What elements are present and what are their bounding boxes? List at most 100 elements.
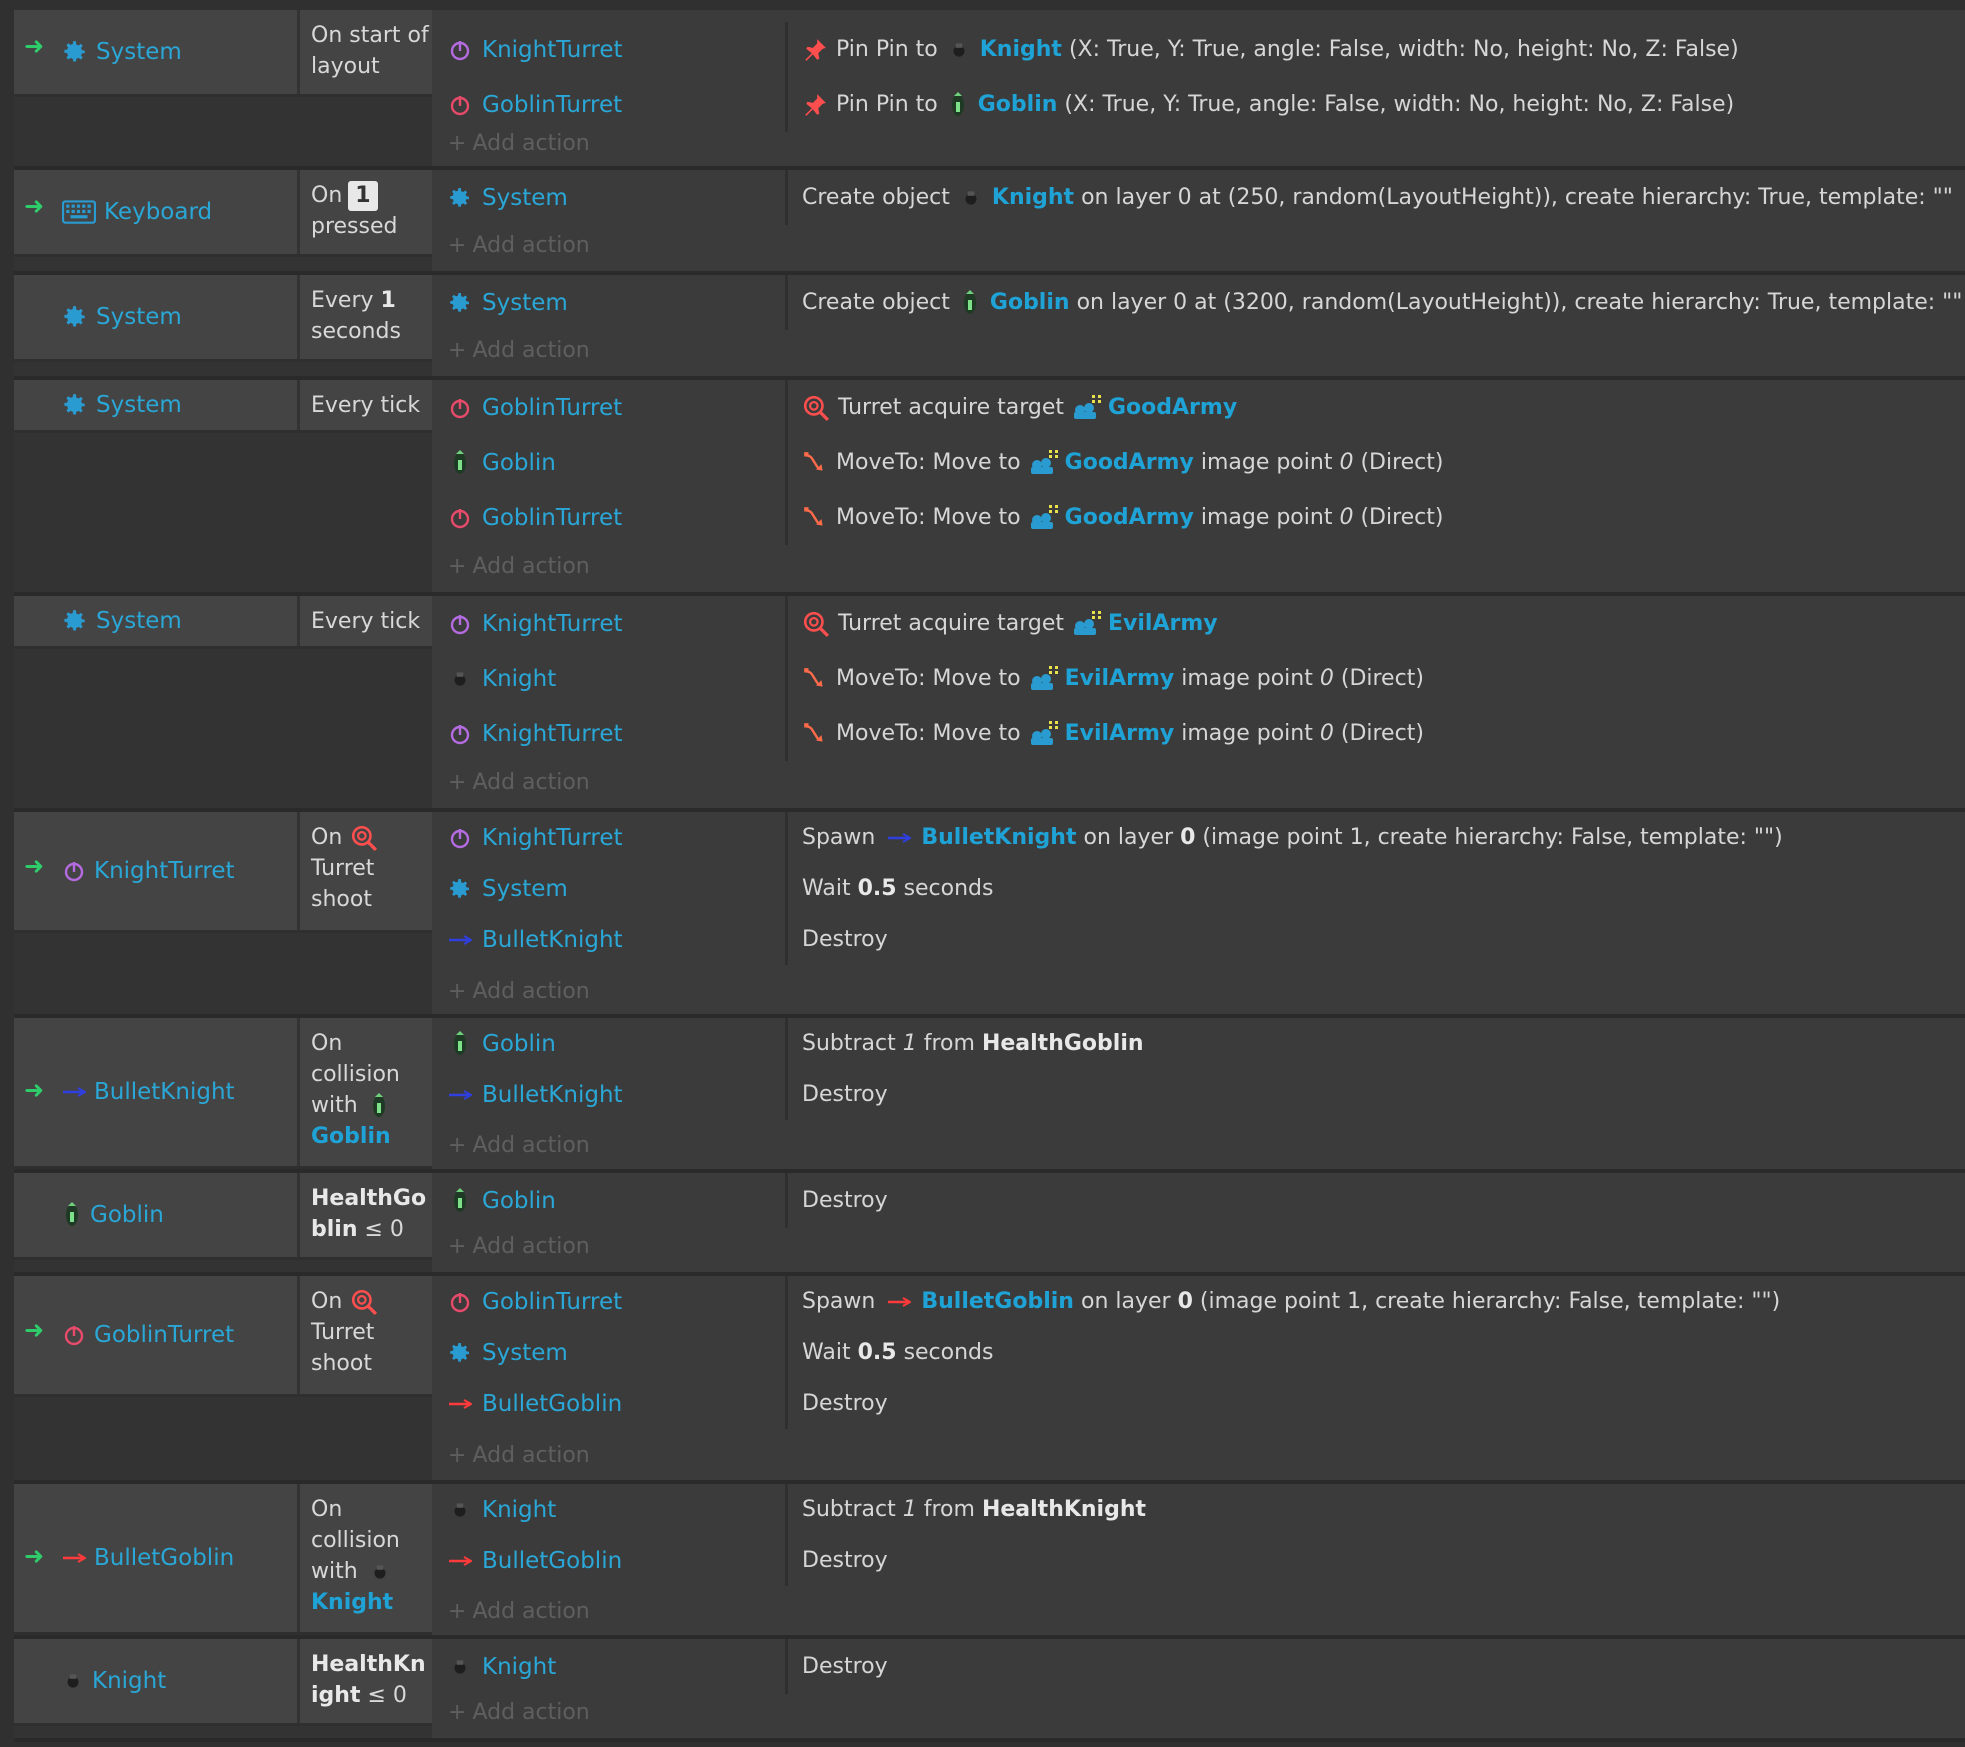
condition-object-system[interactable]: System [62,596,300,646]
condition-block[interactable]: System Every 1 seconds [14,275,432,362]
condition-block[interactable]: Knight HealthKnight ≤ 0 [14,1639,432,1726]
event-every-tick-goblin[interactable]: System Every tick GoblinTurret Turret ac… [14,380,1965,596]
action-object[interactable]: System [448,1327,788,1378]
condition-block[interactable]: ➜ KnightTurret On Turret shoot [14,812,432,933]
condition-object-knight[interactable]: Knight [62,1639,300,1723]
action-row[interactable]: System Wait 0.5 seconds [448,1327,1965,1378]
action-row[interactable]: System Wait 0.5 seconds [448,863,1965,914]
event-bulletgoblin-collision[interactable]: ➜ BulletGoblin On collision with Knight … [14,1484,1965,1639]
condition-block[interactable]: ➜ GoblinTurret On Turret shoot [14,1276,432,1397]
action-row[interactable]: System Create object Knight on layer 0 a… [448,170,1965,225]
action-object[interactable]: System [448,863,788,914]
action-row[interactable]: KnightTurret MoveTo: Move to EvilArmy im… [448,706,1965,761]
condition-text: On start of layout [311,23,429,79]
target-icon [802,610,830,638]
add-action-button[interactable]: + Add action [448,338,590,363]
condition-object-goblinturret[interactable]: GoblinTurret [62,1276,300,1394]
action-object[interactable]: Knight [448,1639,788,1694]
gear-icon [448,185,472,211]
action-row[interactable]: BulletKnight Destroy [448,914,1965,965]
action-row[interactable]: KnightTurret Turret acquire target EvilA… [448,596,1965,651]
condition-block[interactable]: ➜ BulletKnight On collision with Goblin [14,1018,432,1169]
plus-icon: + [448,1443,467,1468]
event-knight-health[interactable]: Knight HealthKnight ≤ 0 Knight Destroy +… [14,1639,1965,1742]
condition-object-system[interactable]: System [62,380,300,430]
event-bulletknight-collision[interactable]: ➜ BulletKnight On collision with Goblin … [14,1018,1965,1173]
action-object[interactable]: Knight [448,651,788,706]
add-action-button[interactable]: + Add action [448,554,590,579]
event-goblin-health[interactable]: Goblin HealthGoblin ≤ 0 Goblin Destroy +… [14,1173,1965,1276]
condition-block[interactable]: ➜ BulletGoblin On collision with Knight [14,1484,432,1635]
event-keyboard-pressed[interactable]: ➜ Keyboard On 1 pressed System Create obj… [14,170,1965,275]
action-object[interactable]: KnightTurret [448,22,788,77]
action-object[interactable]: GoblinTurret [448,77,788,132]
action-object[interactable]: GoblinTurret [448,1276,788,1327]
action-object[interactable]: Goblin [448,1173,788,1228]
action-row[interactable]: Knight Subtract 1 from HealthKnight [448,1484,1965,1535]
condition-object-system[interactable]: System [62,10,300,94]
event-start-of-layout[interactable]: ➜ System On start of layout KnightTurret… [14,10,1965,170]
trigger-arrow-icon: ➜ [24,32,45,60]
action-object[interactable]: Goblin [448,435,788,490]
action-row[interactable]: System Create object Goblin on layer 0 a… [448,275,1965,330]
action-object[interactable]: BulletGoblin [448,1535,788,1586]
event-every-tick-knight[interactable]: System Every tick KnightTurret Turret ac… [14,596,1965,812]
condition-object-goblin[interactable]: Goblin [62,1173,300,1257]
add-action-button[interactable]: + Add action [448,1599,590,1624]
event-goblinturret-shoot[interactable]: ➜ GoblinTurret On Turret shoot GoblinTur… [14,1276,1965,1484]
action-row[interactable]: KnightTurret Pin Pin to Knight (X: True,… [448,22,1965,77]
action-object[interactable]: KnightTurret [448,812,788,863]
action-row[interactable]: KnightTurret Spawn BulletKnight on layer… [448,812,1965,863]
add-action-button[interactable]: + Add action [448,1234,590,1259]
action-object[interactable]: GoblinTurret [448,380,788,435]
add-action-button[interactable]: + Add action [448,1700,590,1725]
condition-object-knightturret[interactable]: KnightTurret [62,812,300,930]
action-row[interactable]: Goblin MoveTo: Move to GoodArmy image po… [448,435,1965,490]
condition-block[interactable]: System Every tick [14,596,432,649]
action-description: Turret acquire target EvilArmy [788,610,1218,638]
add-action-button[interactable]: + Add action [448,131,590,156]
condition-block[interactable]: System Every tick [14,380,432,433]
condition-object-bulletknight[interactable]: BulletKnight [62,1018,300,1166]
action-object[interactable]: KnightTurret [448,706,788,761]
action-object[interactable]: BulletGoblin [448,1378,788,1429]
condition-object-bulletgoblin[interactable]: BulletGoblin [62,1484,300,1632]
add-action-button[interactable]: + Add action [448,979,590,1004]
action-row[interactable]: GoblinTurret Turret acquire target GoodA… [448,380,1965,435]
condition-block[interactable]: ➜ Keyboard On 1 pressed [14,170,432,257]
turret-icon [448,506,472,530]
action-row[interactable]: Goblin Destroy [448,1173,1965,1228]
condition-text: On Turret shoot [311,1276,429,1394]
event-every-seconds[interactable]: System Every 1 seconds System Create obj… [14,275,1965,380]
knight-icon [449,1499,471,1521]
action-object[interactable]: BulletKnight [448,1069,788,1120]
action-object[interactable]: Goblin [448,1018,788,1069]
action-list: KnightTurret Turret acquire target EvilA… [448,596,1965,795]
action-object[interactable]: GoblinTurret [448,490,788,545]
add-action-button[interactable]: + Add action [448,770,590,795]
add-action-button[interactable]: + Add action [448,233,590,258]
action-row[interactable]: Knight Destroy [448,1639,1965,1694]
action-description: MoveTo: Move to EvilArmy image point 0 (… [788,666,1424,692]
condition-object-keyboard[interactable]: Keyboard [62,170,300,254]
condition-block[interactable]: ➜ System On start of layout [14,10,432,97]
goblin-icon [948,90,968,120]
action-object[interactable]: Knight [448,1484,788,1535]
condition-block[interactable]: Goblin HealthGoblin ≤ 0 [14,1173,432,1260]
action-row[interactable]: GoblinTurret Spawn BulletGoblin on layer… [448,1276,1965,1327]
action-row[interactable]: GoblinTurret MoveTo: Move to GoodArmy im… [448,490,1965,545]
action-row[interactable]: Goblin Subtract 1 from HealthGoblin [448,1018,1965,1069]
action-object[interactable]: BulletKnight [448,914,788,965]
action-row[interactable]: BulletGoblin Destroy [448,1535,1965,1586]
action-row[interactable]: GoblinTurret Pin Pin to Goblin (X: True,… [448,77,1965,132]
action-object[interactable]: System [448,170,788,225]
action-row[interactable]: BulletKnight Destroy [448,1069,1965,1120]
action-row[interactable]: Knight MoveTo: Move to EvilArmy image po… [448,651,1965,706]
add-action-button[interactable]: + Add action [448,1133,590,1158]
condition-object-system[interactable]: System [62,275,300,359]
event-knightturret-shoot[interactable]: ➜ KnightTurret On Turret shoot KnightTur… [14,812,1965,1018]
add-action-button[interactable]: + Add action [448,1443,590,1468]
action-object[interactable]: System [448,275,788,330]
action-object[interactable]: KnightTurret [448,596,788,651]
action-row[interactable]: BulletGoblin Destroy [448,1378,1965,1429]
